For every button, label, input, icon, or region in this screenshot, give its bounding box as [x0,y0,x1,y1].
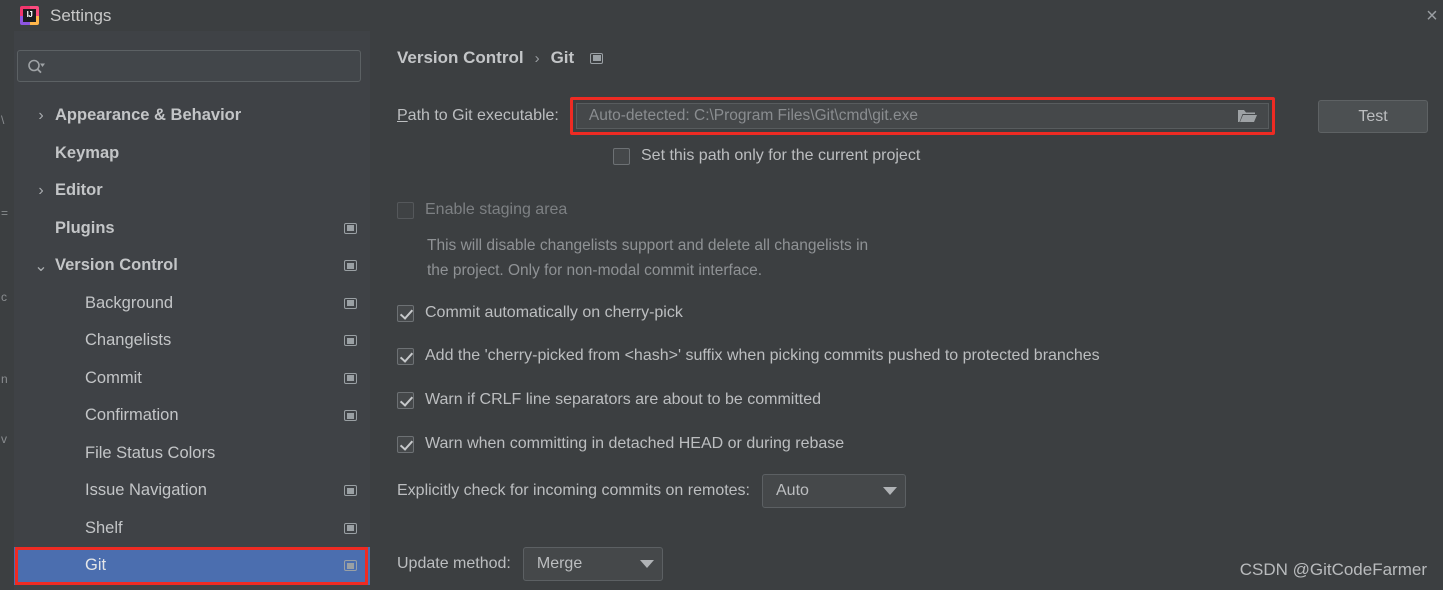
sidebar-item-file-status-colors[interactable]: File Status Colors [14,435,370,473]
enable-staging-help-text: This will disable changelists support an… [427,233,1027,283]
incoming-commits-label: Explicitly check for incoming commits on… [397,482,750,499]
path-label-rest: ath to Git executable: [407,107,559,124]
project-scope-icon [344,560,357,572]
checkbox-row-enable-staging[interactable]: Enable staging area [397,200,567,219]
sidebar-item-label: Background [85,293,174,312]
warn-crlf-label: Warn if CRLF line separators are about t… [425,391,822,408]
breadcrumb-parent[interactable]: Version Control [397,48,524,68]
breadcrumb: Version Control › Git [397,48,604,68]
staging-help-line-1: This will disable changelists support an… [427,237,869,254]
incoming-commits-dropdown[interactable]: Auto [762,474,906,508]
warn-detached-head-checkbox[interactable] [397,436,414,453]
sidebar-item-appearance-behavior[interactable]: › Appearance & Behavior [14,97,370,135]
project-scope-icon [344,260,357,272]
warn-crlf-checkbox[interactable] [397,392,414,409]
sidebar-item-issue-navigation[interactable]: Issue Navigation [14,472,370,510]
enable-staging-checkbox[interactable] [397,202,414,219]
update-method-label: Update method: [397,555,511,572]
chevron-right-icon[interactable]: › [35,107,47,125]
test-button[interactable]: Test [1318,100,1428,133]
path-to-git-input[interactable] [576,107,1226,125]
sidebar-item-git[interactable]: Git [14,547,370,585]
checkbox-row-warn-detached-head[interactable]: Warn when committing in detached HEAD or… [397,434,844,453]
incoming-commits-row: Explicitly check for incoming commits on… [397,474,906,508]
project-scope-icon [344,335,357,347]
sidebar-item-commit[interactable]: Commit [14,360,370,398]
sidebar-item-background[interactable]: Background [14,285,370,323]
sidebar-item-label: Editor [55,181,103,200]
logo-text: IJ [26,10,33,19]
current-project-checkbox[interactable] [613,148,630,165]
sidebar-item-label: Git [85,556,107,575]
window-title: Settings [50,5,112,25]
sidebar-item-keymap[interactable]: Keymap [14,135,370,173]
sidebar-item-label: Keymap [55,143,120,162]
update-method-value: Merge [536,555,583,572]
sidebar-item-label: Plugins [55,218,115,237]
project-scope-icon [344,297,357,309]
breadcrumb-separator-icon: › [534,49,540,67]
sidebar-item-label: Commit [85,368,142,387]
background-ide-strip: \ = c n v [0,0,14,590]
watermark: CSDN @GitCodeFarmer [1239,560,1427,579]
settings-sidebar: › Appearance & Behavior Keymap › Editor Plugi… [14,31,370,590]
project-scope-icon [590,52,604,64]
chevron-down-icon[interactable] [632,560,662,568]
commit-cherry-pick-checkbox[interactable] [397,305,414,322]
sidebar-item-editor[interactable]: › Editor [14,172,370,210]
project-scope-icon [344,222,357,234]
path-to-git-row: Path to Git executable: [397,97,1275,135]
checkbox-row-cherry-picked-suffix[interactable]: Add the 'cherry-picked from <hash>' suff… [397,346,1100,365]
window-title-bar: IJ Settings × [14,0,1443,31]
checkbox-row-warn-crlf[interactable]: Warn if CRLF line separators are about t… [397,390,821,409]
sidebar-item-label: Issue Navigation [85,481,207,500]
cherry-picked-suffix-checkbox[interactable] [397,348,414,365]
cherry-picked-suffix-label: Add the 'cherry-picked from <hash>' suff… [425,347,1100,364]
current-project-label: Set this path only for the current proje… [641,147,921,164]
enable-staging-label: Enable staging area [425,201,568,218]
sidebar-item-confirmation[interactable]: Confirmation [14,397,370,435]
path-label-mnemonic: P [397,107,408,124]
close-icon[interactable]: × [1415,2,1443,30]
commit-cherry-pick-label: Commit automatically on cherry-pick [425,304,683,321]
intellij-logo-icon: IJ [20,6,39,25]
project-scope-icon [344,372,357,384]
staging-help-line-2: the project. Only for non-modal commit i… [427,262,763,279]
project-scope-icon [344,522,357,534]
sidebar-item-plugins[interactable]: Plugins [14,210,370,248]
sidebar-item-label: File Status Colors [85,443,216,462]
path-to-git-field[interactable] [575,103,1269,129]
checkbox-row-commit-cherry-pick[interactable]: Commit automatically on cherry-pick [397,303,683,322]
checkbox-row-current-project[interactable]: Set this path only for the current proje… [613,146,920,165]
sidebar-item-label: Changelists [85,331,172,350]
incoming-commits-value: Auto [776,482,809,499]
settings-tree: › Appearance & Behavior Keymap › Editor Plugi… [14,97,370,585]
settings-main-panel: Version Control › Git Path to Git execut… [370,31,1443,590]
project-scope-icon [344,485,357,497]
warn-detached-head-label: Warn when committing in detached HEAD or… [425,435,845,452]
sidebar-item-version-control[interactable]: ⌄ Version Control [14,247,370,285]
search-box[interactable] [17,50,361,82]
project-scope-icon [344,410,357,422]
chevron-right-icon[interactable]: › [35,182,47,200]
chevron-down-icon[interactable] [875,487,905,495]
path-field-annotation-highlight [569,97,1275,135]
search-input[interactable] [46,58,360,74]
update-method-dropdown[interactable]: Merge [522,547,663,581]
search-icon [27,59,46,74]
browse-folder-icon[interactable] [1226,104,1268,128]
sidebar-item-changelists[interactable]: Changelists [14,322,370,360]
sidebar-item-label: Confirmation [85,406,179,425]
sidebar-item-label: Shelf [85,518,123,537]
update-method-row: Update method: Merge [397,547,663,581]
sidebar-item-shelf[interactable]: Shelf [14,510,370,548]
path-to-git-label: Path to Git executable: [397,107,559,125]
sidebar-item-label: Appearance & Behavior [55,106,242,125]
chevron-down-icon[interactable]: ⌄ [34,256,47,276]
breadcrumb-current: Git [550,48,575,67]
